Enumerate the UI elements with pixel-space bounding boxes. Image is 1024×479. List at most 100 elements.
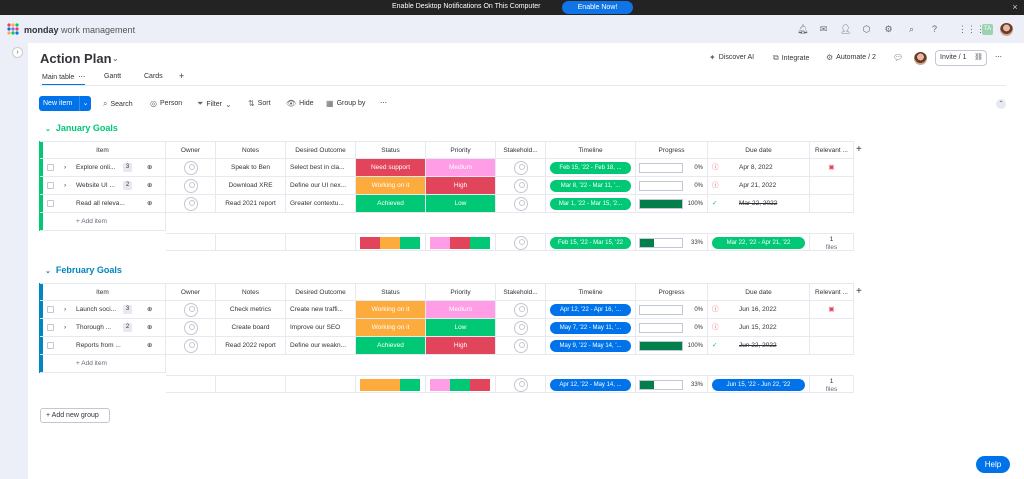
due-date-cell[interactable]: ⓘ Jun 15, 2022	[708, 319, 810, 337]
notes-cell[interactable]: Create board	[216, 319, 286, 337]
due-date-cell[interactable]: ⓘ Jun 16, 2022	[708, 301, 810, 319]
status-cell[interactable]: Working on it	[356, 177, 426, 195]
notes-cell[interactable]: Read 2022 report	[216, 337, 286, 355]
table-row[interactable]: › Explore onli... 3 ⊕	[40, 159, 166, 177]
table-row[interactable]: › Thorough ... 2 ⊕	[40, 319, 166, 337]
priority-cell[interactable]: Low	[426, 195, 496, 213]
chevron-right-icon[interactable]: ›	[64, 319, 66, 336]
updates-button[interactable]: 💬︎	[893, 53, 903, 62]
add-update-icon[interactable]: ⊕	[147, 177, 152, 194]
add-update-icon[interactable]: ⊕	[147, 301, 152, 318]
group-title[interactable]: ⌄ February Goals	[45, 265, 122, 275]
item-name[interactable]: Website UI ...	[76, 177, 115, 194]
help-button[interactable]: Help	[976, 456, 1010, 473]
column-header[interactable]: Notes	[216, 283, 286, 301]
table-row[interactable]: › Website UI ... 2 ⊕	[40, 177, 166, 195]
stakeholder-cell[interactable]	[496, 319, 546, 337]
timeline-cell[interactable]: May 9, '22 - May 14, '...	[546, 337, 636, 355]
relevant-files-cell[interactable]	[810, 337, 854, 355]
column-header[interactable]: Due date	[708, 283, 810, 301]
integrations-icon[interactable]: ⚙︎	[883, 24, 894, 35]
expand-sidebar-icon[interactable]: ›	[12, 47, 23, 58]
automate-button[interactable]: ⚙ Automate / 2	[826, 53, 876, 62]
notes-cell[interactable]: Speak to Ben	[216, 159, 286, 177]
group-by-button[interactable]: ▦ Group by	[326, 99, 365, 108]
owner-cell[interactable]	[166, 337, 216, 355]
timeline-cell[interactable]: Apr 12, '22 - Apr 16, '...	[546, 301, 636, 319]
outcome-cell[interactable]: Select best in cla...	[286, 159, 356, 177]
notes-cell[interactable]: Read 2021 report	[216, 195, 286, 213]
priority-cell[interactable]: High	[426, 177, 496, 195]
person-filter-button[interactable]: ◎ Person	[150, 99, 182, 108]
table-row[interactable]: Read all releva... ⊕	[40, 195, 166, 213]
priority-cell[interactable]: High	[426, 337, 496, 355]
owner-cell[interactable]	[166, 319, 216, 337]
chevron-right-icon[interactable]: ›	[64, 301, 66, 318]
outcome-cell[interactable]: Define our UI nex...	[286, 177, 356, 195]
row-checkbox[interactable]	[47, 182, 54, 189]
chevron-right-icon[interactable]: ›	[64, 159, 66, 176]
column-header[interactable]: Timeline	[546, 141, 636, 159]
priority-cell[interactable]: Medium	[426, 159, 496, 177]
notes-cell[interactable]: Download XRE	[216, 177, 286, 195]
notes-cell[interactable]: Check metrics	[216, 301, 286, 319]
search-icon[interactable]: ⌕	[906, 24, 917, 35]
relevant-files-cell[interactable]	[810, 195, 854, 213]
item-name[interactable]: Explore onli...	[76, 159, 115, 176]
relevant-files-cell[interactable]: ▣	[810, 301, 854, 319]
column-header[interactable]: Stakehold...	[496, 283, 546, 301]
column-header[interactable]: Owner	[166, 141, 216, 159]
timeline-cell[interactable]: Feb 15, '22 - Feb 18, ...	[546, 159, 636, 177]
invite-members-icon[interactable]: 👤︎	[840, 24, 851, 35]
column-header[interactable]: Relevant ...	[810, 141, 854, 159]
priority-cell[interactable]: Medium	[426, 301, 496, 319]
chevron-down-icon[interactable]: ⌄	[45, 126, 51, 133]
chevron-right-icon[interactable]: ›	[64, 177, 66, 194]
row-checkbox[interactable]	[47, 342, 54, 349]
tab-gantt[interactable]: Gantt	[104, 73, 121, 80]
owner-cell[interactable]	[166, 301, 216, 319]
column-header[interactable]: Desired Outcome	[286, 283, 356, 301]
outcome-cell[interactable]: Greater contextu...	[286, 195, 356, 213]
row-checkbox[interactable]	[47, 324, 54, 331]
bell-icon[interactable]: 🔔︎	[797, 24, 808, 35]
column-header[interactable]: Owner	[166, 283, 216, 301]
hide-button[interactable]: 👁︎ Hide	[286, 99, 314, 108]
help-icon[interactable]: ?	[929, 24, 940, 35]
item-name[interactable]: Reports from ...	[76, 337, 121, 354]
file-icon[interactable]: ▣	[828, 164, 834, 171]
group-title[interactable]: ⌄ January Goals	[45, 123, 118, 133]
status-cell[interactable]: Achieved	[356, 337, 426, 355]
due-date-cell[interactable]: ✓ Mar 22, 2022	[708, 195, 810, 213]
collapse-header-icon[interactable]: ⌃	[996, 99, 1006, 109]
row-checkbox[interactable]	[47, 306, 54, 313]
stakeholder-cell[interactable]	[496, 177, 546, 195]
due-date-cell[interactable]: ⓘ Apr 8, 2022	[708, 159, 810, 177]
column-header[interactable]: Timeline	[546, 283, 636, 301]
search-button[interactable]: ⌕ Search	[103, 99, 133, 109]
column-header[interactable]: Stakehold...	[496, 141, 546, 159]
timeline-cell[interactable]: Mar 8, '22 - Mar 11, '...	[546, 177, 636, 195]
chevron-down-icon[interactable]: ⌄	[45, 268, 51, 275]
table-row[interactable]: › Launch soci... 3 ⊕	[40, 301, 166, 319]
item-name[interactable]: Thorough ...	[76, 319, 111, 336]
outcome-cell[interactable]: Create new traffi...	[286, 301, 356, 319]
owner-cell[interactable]	[166, 159, 216, 177]
due-date-cell[interactable]: ⓘ Apr 21, 2022	[708, 177, 810, 195]
workspace-icon[interactable]: TA	[982, 24, 993, 35]
due-date-cell[interactable]: ✓ Jun 22, 2022	[708, 337, 810, 355]
item-name[interactable]: Launch soci...	[76, 301, 116, 318]
discover-ai-button[interactable]: ✦ Discover AI	[709, 53, 754, 62]
board-owner-avatar[interactable]	[914, 52, 927, 65]
timeline-cell[interactable]: May 7, '22 - May 11, '...	[546, 319, 636, 337]
relevant-files-cell[interactable]: ▣	[810, 159, 854, 177]
row-checkbox[interactable]	[47, 200, 54, 207]
status-cell[interactable]: Need support	[356, 159, 426, 177]
column-header[interactable]: Status	[356, 141, 426, 159]
stakeholder-cell[interactable]	[496, 337, 546, 355]
chevron-down-icon[interactable]: ⌄	[112, 54, 119, 63]
add-update-icon[interactable]: ⊕	[147, 195, 152, 212]
table-row[interactable]: Reports from ... ⊕	[40, 337, 166, 355]
user-avatar[interactable]	[1000, 23, 1013, 36]
close-icon[interactable]: ×	[1010, 2, 1020, 12]
